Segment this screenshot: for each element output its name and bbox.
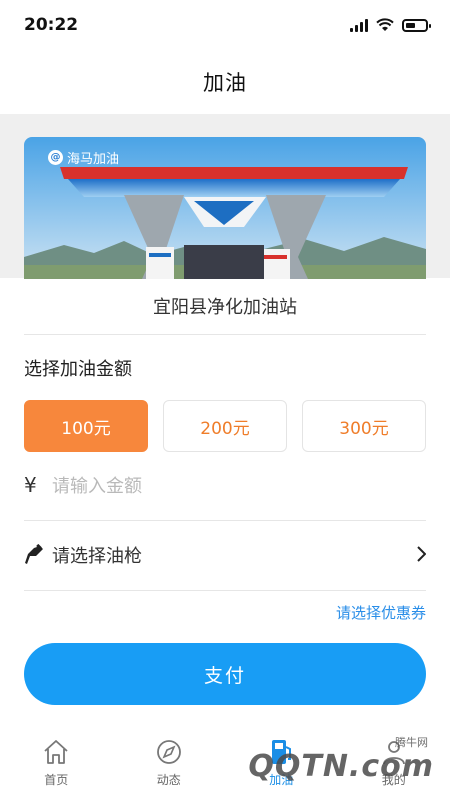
battery-icon [402, 18, 431, 32]
amount-option-200[interactable]: 200元 [163, 400, 287, 452]
fuel-nozzle-icon [24, 544, 52, 566]
currency-symbol: ¥ [24, 473, 37, 497]
banner-brand-text: 海马加油 [67, 152, 120, 167]
banner-brand: @ 海马加油 [48, 148, 119, 167]
amount-input-row[interactable]: ¥ 请输入金额 [24, 450, 426, 520]
page-title: 加油 [203, 71, 247, 95]
divider [24, 334, 426, 335]
amount-input[interactable]: 请输入金额 [52, 472, 142, 498]
wifi-icon [376, 18, 394, 31]
station-name: 宜阳县净化加油站 [153, 297, 297, 318]
brand-logo-icon: @ [48, 150, 63, 165]
amount-option-300[interactable]: 300元 [302, 400, 426, 452]
amount-option-100[interactable]: 100元 [24, 400, 148, 452]
tab-home-label: 首页 [44, 773, 69, 787]
status-time: 20:22 [24, 15, 79, 35]
amount-section-label: 选择加油金额 [24, 359, 132, 380]
watermark-brand: QQTN.com [248, 749, 434, 784]
pay-button[interactable]: 支付 [24, 643, 426, 705]
nav-bar: 加油 [0, 50, 450, 114]
status-icons [350, 18, 431, 32]
amount-options: 100元 200元 300元 [24, 400, 426, 452]
tab-home[interactable]: 首页 [0, 725, 112, 800]
tab-feed[interactable]: 动态 [113, 725, 225, 800]
station-banner-image: @ 海马加油 [24, 137, 426, 279]
home-icon [41, 737, 71, 767]
nozzle-select-label: 请选择油枪 [52, 546, 142, 567]
tab-feed-label: 动态 [156, 773, 181, 787]
signal-icon [350, 18, 368, 32]
status-bar: 20:22 [0, 0, 450, 50]
divider [24, 590, 426, 591]
nozzle-select-row[interactable]: 请选择油枪 [24, 520, 427, 590]
chevron-right-icon [416, 543, 427, 567]
watermark-text: 腾牛网 [395, 736, 428, 749]
watermark: 腾牛网 QQTN.com [248, 728, 444, 794]
compass-icon [154, 737, 184, 767]
coupon-select-link[interactable]: 请选择优惠券 [336, 602, 426, 623]
